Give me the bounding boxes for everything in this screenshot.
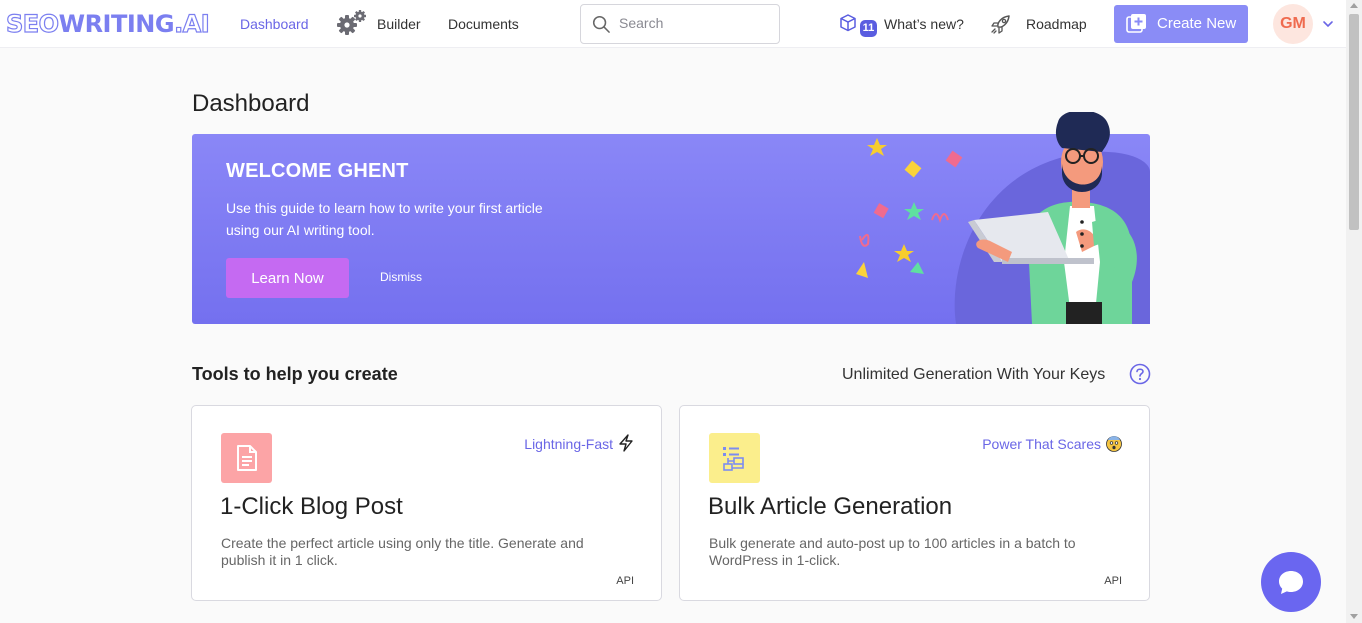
logo[interactable]: SEOWRITING.AI bbox=[5, 9, 210, 38]
welcome-illustration bbox=[856, 112, 1150, 324]
card-description: Bulk generate and auto-post up to 100 ar… bbox=[709, 535, 1076, 568]
lightning-icon bbox=[619, 434, 633, 452]
banner-text: Use this guide to learn how to write you… bbox=[226, 200, 543, 238]
banner-title: WELCOME GHENT bbox=[226, 160, 409, 182]
search-box[interactable] bbox=[580, 4, 780, 44]
flowchart-icon bbox=[723, 447, 744, 471]
rocket-icon bbox=[991, 15, 1010, 34]
document-icon bbox=[237, 445, 257, 471]
whats-new-label: What’s new? bbox=[884, 16, 964, 32]
scroll-up-arrow-icon[interactable] bbox=[1350, 3, 1358, 8]
dismiss-button[interactable]: Dismiss bbox=[380, 270, 422, 284]
unlimited-keys-label[interactable]: Unlimited Generation With Your Keys bbox=[842, 366, 1105, 384]
learn-now-button[interactable]: Learn Now bbox=[226, 258, 349, 298]
create-new-button[interactable]: Create New bbox=[1114, 5, 1248, 43]
chevron-down-icon[interactable] bbox=[1322, 19, 1334, 29]
whats-new-count-badge: 11 bbox=[860, 20, 877, 37]
plus-square-icon bbox=[1126, 14, 1146, 33]
card-title: Bulk Article Generation bbox=[708, 493, 953, 520]
api-label: API bbox=[616, 575, 634, 587]
box-icon bbox=[840, 14, 856, 32]
nav-builder[interactable]: Builder bbox=[377, 16, 421, 32]
chat-widget-button[interactable] bbox=[1261, 552, 1321, 612]
search-input[interactable] bbox=[619, 15, 769, 31]
roadmap-label: Roadmap bbox=[1026, 16, 1087, 32]
logo-part-seo: SEO bbox=[5, 9, 59, 38]
card-title: 1-Click Blog Post bbox=[220, 493, 403, 520]
help-circle-icon[interactable] bbox=[1129, 363, 1151, 385]
card-tag: Power That Scares bbox=[982, 434, 1123, 452]
avatar[interactable]: GM bbox=[1273, 4, 1313, 44]
create-new-label: Create New bbox=[1157, 15, 1237, 32]
logo-part-writing: WRITING bbox=[58, 10, 175, 38]
card-icon-container bbox=[221, 433, 272, 483]
card-description: Create the perfect article using only th… bbox=[221, 535, 584, 568]
api-label: API bbox=[1104, 575, 1122, 587]
card-icon-container bbox=[709, 433, 760, 483]
scrollbar-thumb[interactable] bbox=[1349, 14, 1359, 230]
nav-documents[interactable]: Documents bbox=[448, 16, 519, 32]
card-tag-label: Power That Scares bbox=[982, 436, 1101, 452]
chat-bubble-icon bbox=[1279, 571, 1303, 594]
card-tag-label: Lightning-Fast bbox=[524, 436, 613, 452]
nav-dashboard[interactable]: Dashboard bbox=[240, 16, 309, 32]
card-tag: Lightning-Fast bbox=[524, 434, 635, 452]
tool-card-bulk-article-generation[interactable]: Power That Scares Bulk Article Generatio… bbox=[679, 405, 1150, 601]
welcome-banner: WELCOME GHENT Use this guide to learn ho… bbox=[192, 112, 1150, 324]
logo-part-ai: .AI bbox=[173, 9, 210, 38]
page-title: Dashboard bbox=[192, 90, 310, 117]
search-icon bbox=[592, 15, 610, 33]
scared-face-icon bbox=[1106, 436, 1122, 452]
gear-icon[interactable] bbox=[336, 9, 368, 37]
tools-section-title: Tools to help you create bbox=[192, 364, 398, 384]
scroll-down-arrow-icon[interactable] bbox=[1350, 614, 1358, 619]
top-navbar: SEOWRITING.AI Dashboard Builder Document… bbox=[0, 0, 1346, 48]
tool-card-1-click-blog-post[interactable]: Lightning-Fast 1-Click Blog Post Create … bbox=[191, 405, 662, 601]
